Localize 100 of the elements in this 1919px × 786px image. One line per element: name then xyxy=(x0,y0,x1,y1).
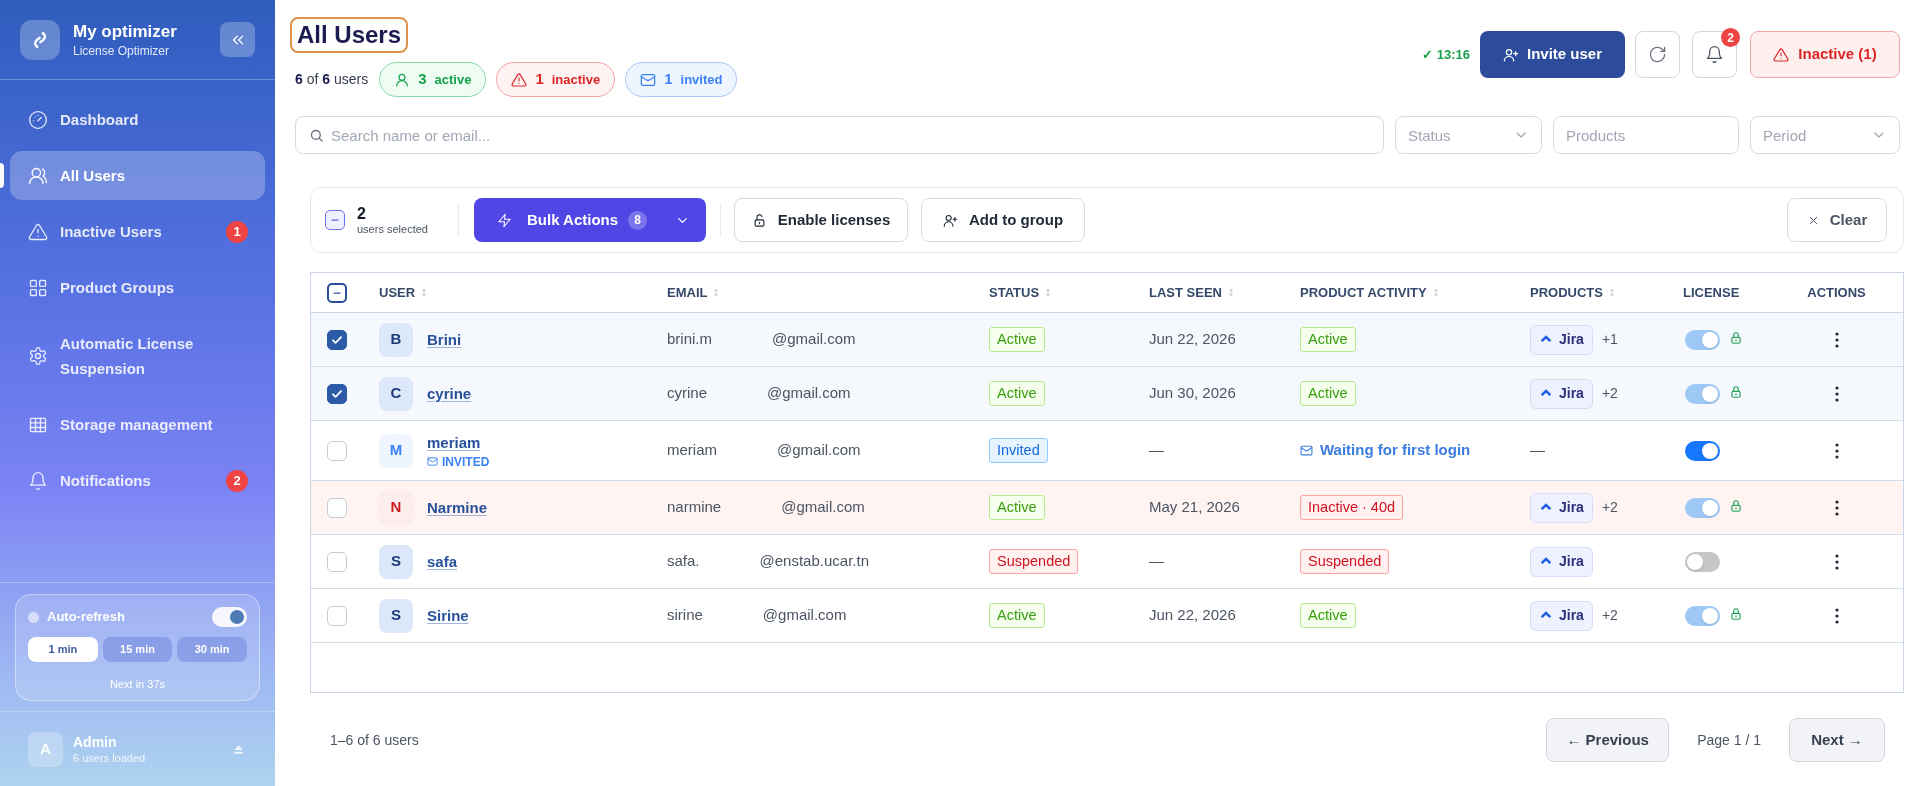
auto-refresh-label: Auto-refresh xyxy=(47,608,125,627)
more-vertical-icon[interactable] xyxy=(1834,385,1839,402)
previous-page-button[interactable]: ← Previous xyxy=(1546,718,1670,762)
column-header[interactable]: STATUS xyxy=(989,282,1053,303)
page-indicator-text: Page 1 / 1 xyxy=(1697,730,1761,750)
user-avatar: A xyxy=(28,731,63,767)
bulk-action-button[interactable]: Enable licenses xyxy=(734,198,908,242)
status-badge: Suspended xyxy=(989,549,1079,574)
email-local-part: cyrine xyxy=(667,383,707,404)
sort-icon xyxy=(1226,287,1235,298)
bulk-actions-button[interactable]: Bulk Actions 8 xyxy=(474,198,706,242)
more-products-count: +2 xyxy=(1601,498,1618,517)
bell-icon xyxy=(28,470,48,491)
email-local-part: safa. xyxy=(667,551,700,572)
interval-button[interactable]: 1 min xyxy=(28,637,98,662)
clear-button[interactable]: Clear xyxy=(1787,198,1887,242)
checkbox[interactable] xyxy=(327,329,347,350)
column-header[interactable]: USER xyxy=(379,282,429,303)
next-page-button[interactable]: Next → xyxy=(1789,718,1885,762)
invite-user-button[interactable]: Invite user xyxy=(1480,31,1625,78)
more-vertical-icon[interactable] xyxy=(1834,607,1839,624)
warning-icon xyxy=(28,221,48,242)
grid-icon xyxy=(28,277,48,298)
nav-item[interactable]: Inactive Users 1 xyxy=(10,207,265,256)
nav-item[interactable]: Dashboard xyxy=(10,95,265,144)
count-badge: 1 xyxy=(226,220,248,243)
last-seen-text: May 21, 2026 xyxy=(1149,497,1240,518)
last-seen-text: Jun 22, 2026 xyxy=(1149,605,1236,626)
product-name: Jira xyxy=(1559,330,1584,349)
license-toggle[interactable] xyxy=(1685,551,1720,572)
status-badge: Active xyxy=(989,603,1045,628)
gear-icon xyxy=(28,346,48,366)
column-header[interactable]: PRODUCT ACTIVITY xyxy=(1300,282,1440,303)
refresh-icon xyxy=(1648,45,1667,64)
more-vertical-icon[interactable] xyxy=(1834,499,1839,516)
column-header[interactable]: LAST SEEN xyxy=(1149,282,1235,303)
count-badge: 2 xyxy=(226,469,248,492)
bulk-action-button[interactable]: Add to group xyxy=(921,198,1085,242)
more-vertical-icon[interactable] xyxy=(1834,331,1839,348)
user-name-link[interactable]: cyrine xyxy=(427,383,472,404)
filter-field[interactable]: Products xyxy=(1553,116,1739,154)
license-toggle[interactable] xyxy=(1685,605,1720,626)
auto-refresh-toggle[interactable] xyxy=(212,607,247,627)
app-title: My optimizer xyxy=(73,20,177,43)
pagination-range-text: 1–6 of 6 users xyxy=(330,730,419,750)
more-vertical-icon[interactable] xyxy=(1834,442,1839,459)
mail-icon xyxy=(427,456,438,467)
email-domain: @gmail.com xyxy=(772,329,856,350)
mail-icon xyxy=(640,71,657,88)
refresh-button[interactable] xyxy=(1635,31,1680,78)
user-avatar: S xyxy=(379,598,413,633)
product-name: Jira xyxy=(1559,384,1584,403)
user-name-link[interactable]: safa xyxy=(427,551,458,572)
more-vertical-icon[interactable] xyxy=(1834,553,1839,570)
sync-status-text: ✓ 13:16 xyxy=(1422,45,1470,64)
column-header: LICENSE xyxy=(1683,283,1740,302)
account-detail: 6 users loaded xyxy=(73,750,146,766)
email-domain: @enstab.ucar.tn xyxy=(759,551,869,572)
nav-item[interactable]: Product Groups xyxy=(10,263,265,312)
lightning-icon xyxy=(497,212,512,228)
license-toggle[interactable] xyxy=(1685,440,1720,461)
sort-icon xyxy=(1431,287,1440,298)
email-local-part: sirine xyxy=(667,605,703,626)
page-title: All Users xyxy=(290,17,409,53)
user-name-link[interactable]: meriam xyxy=(427,432,490,453)
notifications-button[interactable]: 2 xyxy=(1692,31,1737,78)
last-seen-text: Jun 30, 2026 xyxy=(1149,383,1236,404)
checkbox[interactable] xyxy=(325,210,345,230)
user-avatar: M xyxy=(379,433,413,468)
checkbox[interactable] xyxy=(327,383,347,404)
app-subtitle: License Optimizer xyxy=(73,42,171,59)
filter-select[interactable]: Period xyxy=(1750,116,1900,154)
user-name-link[interactable]: Narmine xyxy=(427,497,488,518)
column-header[interactable]: EMAIL xyxy=(667,282,721,303)
column-header[interactable]: PRODUCTS xyxy=(1530,282,1616,303)
filter-chip[interactable]: 1 inactive xyxy=(496,62,616,97)
next-refresh-text: Next in 37s xyxy=(110,678,165,690)
user-avatar: B xyxy=(379,322,413,357)
sort-icon xyxy=(1607,287,1616,298)
activity-text: Waiting for first login xyxy=(1320,440,1471,461)
user-avatar: S xyxy=(379,544,413,579)
email-domain: @gmail.com xyxy=(781,497,865,518)
column-header: ACTIONS xyxy=(1807,283,1866,302)
active-indicator xyxy=(0,163,4,188)
unlock-icon xyxy=(751,212,767,228)
activity-badge: Inactive · 40d xyxy=(1300,495,1404,520)
product-name: Jira xyxy=(1559,606,1584,625)
user-name-link[interactable]: Brini xyxy=(427,329,462,350)
nav-item[interactable]: Notifications 2 xyxy=(10,456,265,505)
license-toggle[interactable] xyxy=(1685,383,1720,404)
checkbox[interactable] xyxy=(327,282,347,303)
more-products-count: +2 xyxy=(1601,384,1618,403)
activity-badge: Active xyxy=(1300,603,1356,628)
search-field[interactable]: Search name or email... xyxy=(295,116,1384,154)
license-toggle[interactable] xyxy=(1685,497,1720,518)
filter-select[interactable]: Status xyxy=(1395,116,1542,154)
user-plus-icon xyxy=(942,212,958,228)
user-name-link[interactable]: Sirine xyxy=(427,605,469,626)
collapse-sidebar-button[interactable] xyxy=(220,22,255,57)
license-toggle[interactable] xyxy=(1685,329,1720,350)
